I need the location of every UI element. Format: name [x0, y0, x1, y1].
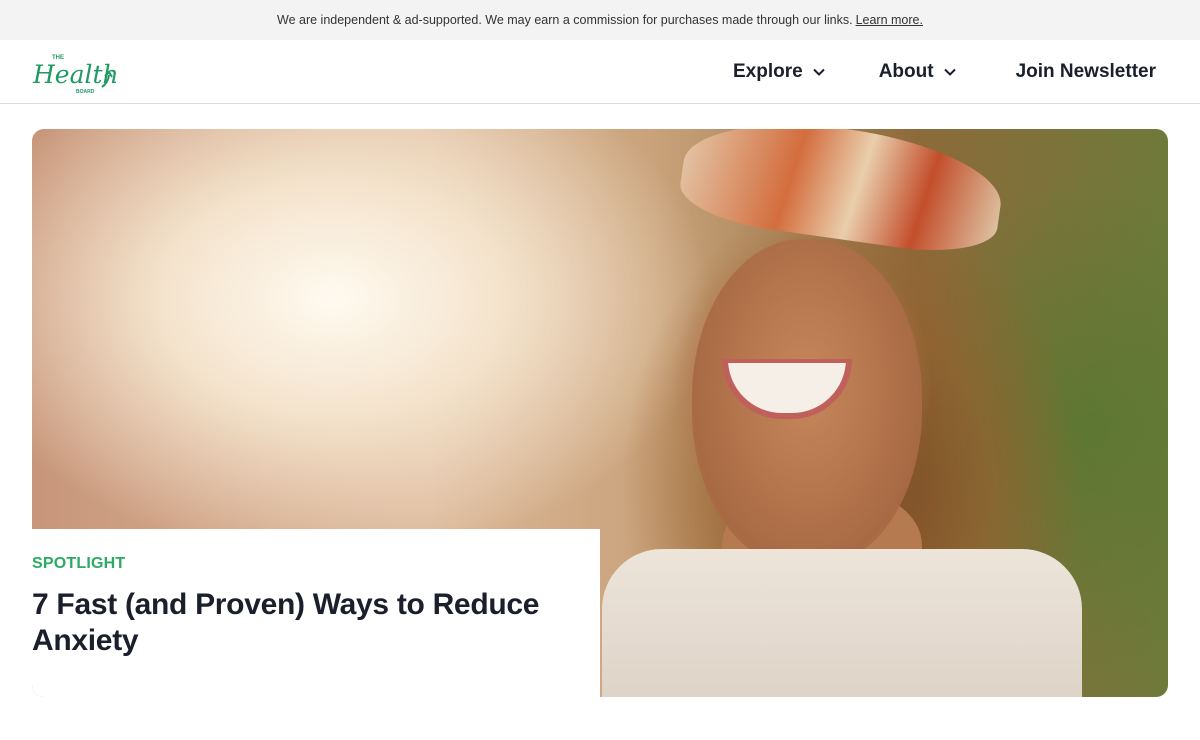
site-header: THE Health BOARD Explore About Join News…: [0, 40, 1200, 104]
nav-about-label: About: [878, 60, 934, 82]
nav-about[interactable]: About: [879, 61, 956, 83]
chevron-down-icon: [943, 68, 956, 76]
chevron-down-icon: [812, 68, 825, 76]
nav-explore[interactable]: Explore: [733, 61, 825, 83]
hero-image-shirt: [602, 549, 1082, 697]
hero-spotlight-card[interactable]: SPOTLIGHT 7 Fast (and Proven) Ways to Re…: [32, 129, 1168, 697]
hero-caption: SPOTLIGHT 7 Fast (and Proven) Ways to Re…: [32, 529, 600, 697]
health-board-logo-icon: THE Health BOARD: [32, 55, 116, 95]
disclosure-bar: We are independent & ad-supported. We ma…: [0, 0, 1200, 40]
join-newsletter-link[interactable]: Join Newsletter: [1016, 61, 1156, 83]
logo-sub-text: BOARD: [76, 89, 95, 95]
learn-more-link[interactable]: Learn more.: [856, 13, 923, 27]
nav-explore-label: Explore: [732, 60, 803, 82]
category-label: SPOTLIGHT: [32, 555, 126, 572]
site-logo[interactable]: THE Health BOARD: [32, 47, 122, 97]
main-nav: Explore About Join Newsletter: [733, 61, 1168, 83]
article-title-link[interactable]: 7 Fast (and Proven) Ways to Reduce Anxie…: [32, 587, 572, 659]
disclosure-text: We are independent & ad-supported. We ma…: [277, 13, 853, 27]
hero-image-headband: [675, 129, 1009, 261]
